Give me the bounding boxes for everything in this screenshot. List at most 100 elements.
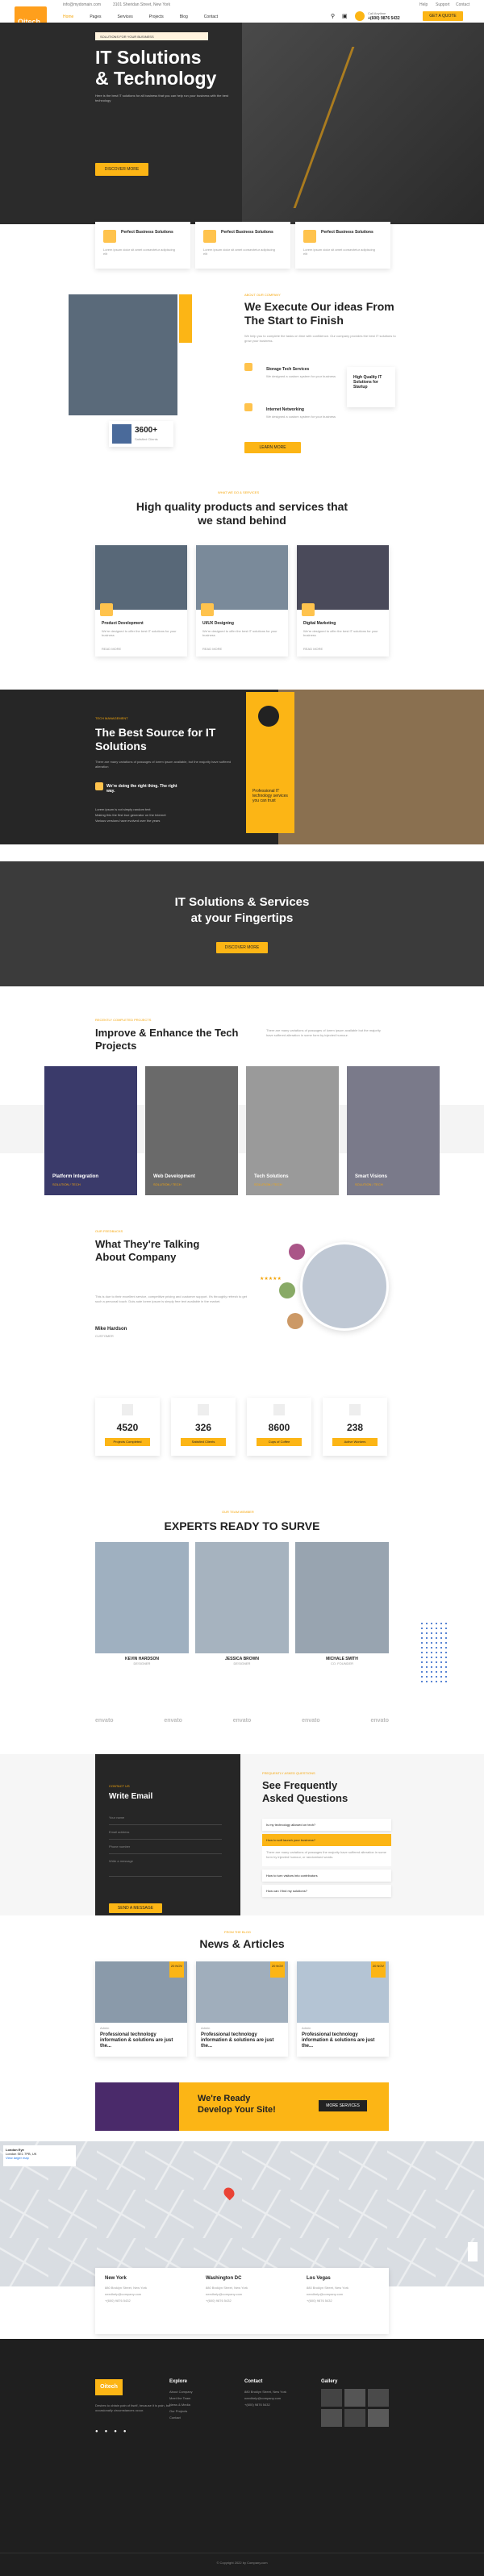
- counter-label: Projects Completed: [113, 1440, 142, 1444]
- main-nav: Home Pages Services Projects Blog Contac…: [63, 15, 218, 19]
- service-more-link[interactable]: READ MORE: [303, 647, 323, 651]
- gallery-thumb[interactable]: [344, 2409, 365, 2427]
- feature-text: Lorem ipsum dolor sit amet consectetur a…: [103, 248, 175, 256]
- counter-label-box: Active Workers: [332, 1438, 378, 1446]
- phone-number[interactable]: +(600) 9876 5432: [368, 16, 400, 21]
- project-card-4[interactable]: Smart Visions SOLUTION / TECH: [347, 1066, 440, 1195]
- office-phone[interactable]: +(600) 9876 5432: [105, 2298, 194, 2304]
- brand-logo[interactable]: envato: [370, 1718, 389, 1724]
- nav-contact[interactable]: Contact: [204, 15, 218, 19]
- email-field[interactable]: Email address: [109, 1825, 222, 1840]
- about-learn-button[interactable]: LEARN MORE: [244, 442, 301, 453]
- pinterest-icon[interactable]: ●: [114, 2429, 117, 2434]
- counter-value: 326: [194, 1422, 212, 1433]
- project-card-3[interactable]: Tech Solutions SOLUTION / TECH: [246, 1066, 339, 1195]
- footer-link[interactable]: Contact: [169, 2415, 193, 2421]
- header-link-contact[interactable]: Contact: [456, 2, 469, 7]
- faq-item-active[interactable]: How to soft launch your business?: [262, 1834, 391, 1846]
- nav-pages[interactable]: Pages: [90, 15, 101, 19]
- avatar[interactable]: [279, 1282, 295, 1298]
- brand-logo[interactable]: envato: [302, 1718, 320, 1724]
- brand-logo[interactable]: envato: [164, 1718, 182, 1724]
- feature-title: Perfect Business Solutions: [221, 230, 273, 235]
- gallery-thumb[interactable]: [321, 2409, 342, 2427]
- header-link-support[interactable]: Support: [436, 2, 450, 7]
- header-email[interactable]: info@mydomain.com: [63, 2, 101, 7]
- service-title: UI/UX Designing: [202, 621, 234, 626]
- faq-item[interactable]: Is my technology allowed on tech?: [262, 1819, 391, 1831]
- nav-projects[interactable]: Projects: [149, 15, 164, 19]
- map-link[interactable]: View larger map: [6, 2156, 73, 2160]
- footer-link[interactable]: About Company: [169, 2389, 193, 2395]
- news-card-2[interactable]: 20 NOV Admin Professional technology inf…: [196, 1961, 288, 2057]
- send-message-button[interactable]: SEND A MESSAGE: [109, 1903, 162, 1913]
- news-headline[interactable]: Professional technology information & so…: [100, 2032, 181, 2049]
- footer-link[interactable]: News & Media: [169, 2402, 193, 2408]
- avatar[interactable]: [289, 1244, 305, 1260]
- service-card-1[interactable]: Product Development We're designed to of…: [95, 545, 187, 657]
- footer-logo[interactable]: Oitech: [95, 2379, 123, 2395]
- counter-value: 238: [346, 1422, 364, 1433]
- news-card-3[interactable]: 20 NOV Admin Professional technology inf…: [297, 1961, 389, 2057]
- facebook-icon[interactable]: ●: [105, 2429, 108, 2434]
- brand-logo[interactable]: envato: [95, 1718, 114, 1724]
- team-photo-3[interactable]: [295, 1542, 389, 1653]
- header-address: 3101 Sheridan Street, New York: [113, 2, 171, 7]
- service-image: [95, 545, 187, 610]
- phone-field[interactable]: Phone number: [109, 1840, 222, 1854]
- service-text: We're designed to offer the best IT solu…: [303, 629, 378, 637]
- office-email[interactable]: needhelp@company.com: [206, 2291, 294, 2298]
- cta-discover-button[interactable]: DISCOVER MORE: [216, 942, 268, 953]
- faq-item[interactable]: How can I find my solutions?: [262, 1885, 391, 1897]
- service-more-link[interactable]: READ MORE: [102, 647, 121, 651]
- footer-phone[interactable]: +(600) 9876 5432: [244, 2402, 317, 2408]
- brand-logo[interactable]: envato: [233, 1718, 252, 1724]
- news-card-1[interactable]: 20 NOV Admin Professional technology inf…: [95, 1961, 187, 2057]
- footer-link[interactable]: Our Projects: [169, 2408, 193, 2415]
- project-card-2[interactable]: Web Development SOLUTION / TECH: [145, 1066, 238, 1195]
- gallery-thumb[interactable]: [368, 2389, 389, 2407]
- instagram-icon[interactable]: ●: [123, 2429, 127, 2434]
- nav-home[interactable]: Home: [63, 15, 73, 19]
- counter-label-box: Projects Completed: [105, 1438, 150, 1446]
- office-email[interactable]: needhelp@company.com: [105, 2291, 194, 2298]
- best-source-image: [278, 690, 484, 844]
- service-card-3[interactable]: Digital Marketing We're designed to offe…: [297, 545, 389, 657]
- gallery-thumb[interactable]: [344, 2389, 365, 2407]
- name-field[interactable]: Your name: [109, 1811, 222, 1825]
- project-cat: SOLUTION / TECH: [355, 1182, 383, 1186]
- team-role: CO. FOUNDER: [331, 1661, 353, 1665]
- header-link-help[interactable]: Help: [419, 2, 428, 7]
- office-1: New York 880 Broklyn Street, New York ne…: [105, 2276, 194, 2304]
- zoom-control[interactable]: [468, 2242, 478, 2261]
- faq-item[interactable]: How to turn visitors into contributors: [262, 1869, 391, 1882]
- footer-link[interactable]: Meet the Team: [169, 2395, 193, 2402]
- team-photo-1[interactable]: [95, 1542, 189, 1653]
- team-photo-2[interactable]: [195, 1542, 289, 1653]
- nav-blog[interactable]: Blog: [180, 15, 188, 19]
- office-email[interactable]: needhelp@company.com: [307, 2291, 387, 2298]
- news-headline[interactable]: Professional technology information & so…: [201, 2032, 282, 2049]
- get-quote-button[interactable]: GET A QUOTE: [423, 11, 463, 21]
- nav-services[interactable]: Services: [118, 15, 133, 19]
- gallery-thumb[interactable]: [368, 2409, 389, 2427]
- office-phone[interactable]: +(600) 9876 5432: [307, 2298, 387, 2304]
- gallery-thumb[interactable]: [321, 2389, 342, 2407]
- project-card-1[interactable]: Platform Integration SOLUTION / TECH: [44, 1066, 137, 1195]
- more-services-button[interactable]: MORE SERVICES: [319, 2100, 367, 2111]
- avatar[interactable]: [287, 1313, 303, 1329]
- cart-icon[interactable]: ▣: [342, 13, 348, 19]
- office-phone[interactable]: +(600) 9876 5432: [206, 2298, 294, 2304]
- phone-label: Call Anytime: [368, 11, 386, 15]
- service-more-link[interactable]: READ MORE: [202, 647, 222, 651]
- feature-card-3: Perfect Business Solutions Lorem ipsum d…: [295, 222, 390, 269]
- search-icon[interactable]: ⚲: [331, 13, 335, 19]
- twitter-icon[interactable]: ●: [95, 2429, 98, 2434]
- feature-card-1: Perfect Business Solutions Lorem ipsum d…: [95, 222, 190, 269]
- footer-email[interactable]: needhelp@company.com: [244, 2395, 317, 2402]
- news-headline[interactable]: Professional technology information & so…: [302, 2032, 382, 2049]
- service-card-2[interactable]: UI/UX Designing We're designed to offer …: [196, 545, 288, 657]
- feature-title: Perfect Business Solutions: [121, 230, 173, 235]
- message-field[interactable]: Write a message: [109, 1854, 222, 1877]
- hero-discover-button[interactable]: DISCOVER MORE: [95, 163, 148, 176]
